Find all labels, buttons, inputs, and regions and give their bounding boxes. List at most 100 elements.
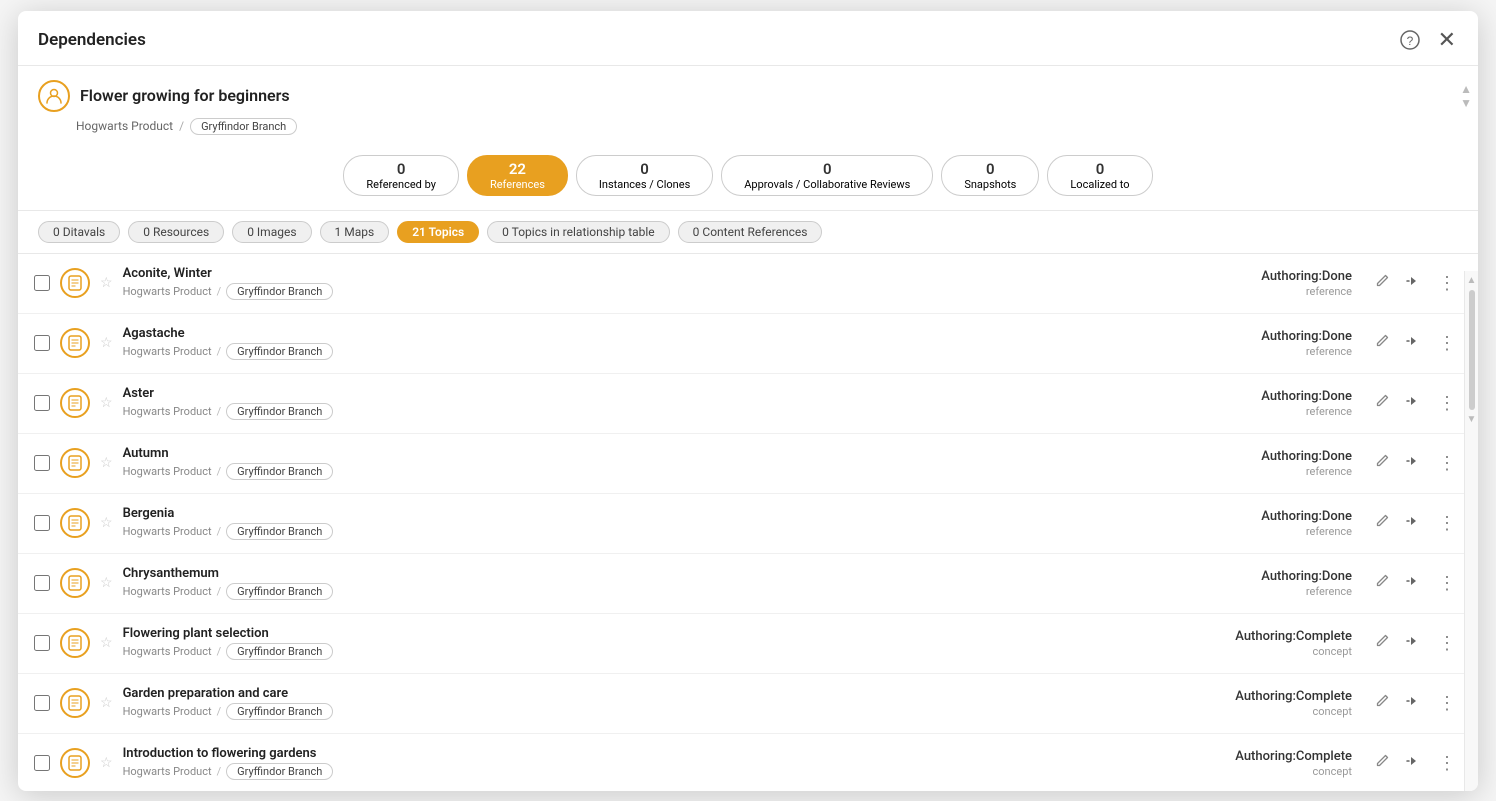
item-star-7[interactable]: ☆ xyxy=(100,695,113,711)
item-breadcrumb-3: Hogwarts Product / Gryffindor Branch xyxy=(123,463,1182,480)
scroll-down-arrow[interactable]: ▼ xyxy=(1460,97,1472,109)
item-checkbox-3[interactable] xyxy=(34,455,50,471)
item-edit-btn-2[interactable] xyxy=(1370,390,1395,416)
item-edit-btn-7[interactable] xyxy=(1370,690,1395,716)
filter-chip-1[interactable]: 0 Resources xyxy=(128,221,224,243)
item-star-1[interactable]: ☆ xyxy=(100,335,113,351)
tab-referenced-by[interactable]: 0Referenced by xyxy=(343,155,459,196)
tab-instances-clones[interactable]: 0Instances / Clones xyxy=(576,155,713,196)
item-doc-icon xyxy=(60,388,90,418)
item-reference-btn-8[interactable] xyxy=(1401,750,1427,777)
item-star-6[interactable]: ☆ xyxy=(100,635,113,651)
item-edit-btn-1[interactable] xyxy=(1370,330,1395,356)
item-edit-btn-4[interactable] xyxy=(1370,510,1395,536)
item-more-btn-5[interactable]: ⋮ xyxy=(1433,570,1462,597)
item-doc-icon xyxy=(60,568,90,598)
item-status-label-7: Authoring:Complete xyxy=(1192,689,1352,704)
item-star-8[interactable]: ☆ xyxy=(100,755,113,771)
table-row: ☆ Aster Hogwarts Product / Gryffindor Br… xyxy=(18,374,1478,434)
branch-badge: Gryffindor Branch xyxy=(190,118,297,135)
item-breadcrumb-8: Hogwarts Product / Gryffindor Branch xyxy=(123,763,1182,780)
item-star-3[interactable]: ☆ xyxy=(100,455,113,471)
item-status-type-7: concept xyxy=(1192,705,1352,718)
item-breadcrumb-1: Hogwarts Product / Gryffindor Branch xyxy=(123,343,1182,360)
item-reference-btn-7[interactable] xyxy=(1401,690,1427,717)
item-star-4[interactable]: ☆ xyxy=(100,515,113,531)
tab-references[interactable]: 22References xyxy=(467,155,568,196)
item-checkbox-2[interactable] xyxy=(34,395,50,411)
item-more-btn-0[interactable]: ⋮ xyxy=(1433,270,1462,297)
item-checkbox-5[interactable] xyxy=(34,575,50,591)
filter-chip-6[interactable]: 0 Content References xyxy=(678,221,823,243)
item-more-btn-6[interactable]: ⋮ xyxy=(1433,630,1462,657)
filter-chip-2[interactable]: 0 Images xyxy=(232,221,311,243)
tab-approvals-collaborative-reviews[interactable]: 0Approvals / Collaborative Reviews xyxy=(721,155,933,196)
filter-row: 0 Ditavals 0 Resources 0 Images 1 Maps 21 To… xyxy=(18,211,1478,254)
item-more-btn-7[interactable]: ⋮ xyxy=(1433,690,1462,717)
item-more-btn-4[interactable]: ⋮ xyxy=(1433,510,1462,537)
item-name-0: Aconite, Winter xyxy=(123,266,1182,281)
item-status-label-1: Authoring:Done xyxy=(1192,329,1352,344)
item-star-0[interactable]: ☆ xyxy=(100,275,113,291)
item-status-type-3: reference xyxy=(1192,465,1352,478)
item-reference-btn-0[interactable] xyxy=(1401,270,1427,297)
help-button[interactable]: ? xyxy=(1398,28,1422,52)
item-more-btn-1[interactable]: ⋮ xyxy=(1433,330,1462,357)
item-name-2: Aster xyxy=(123,386,1182,401)
item-breadcrumb-4: Hogwarts Product / Gryffindor Branch xyxy=(123,523,1182,540)
close-button[interactable]: ✕ xyxy=(1436,25,1458,55)
table-row: ☆ Flowering plant selection Hogwarts Pro… xyxy=(18,614,1478,674)
item-more-btn-2[interactable]: ⋮ xyxy=(1433,390,1462,417)
tab-snapshots[interactable]: 0Snapshots xyxy=(941,155,1039,196)
item-star-2[interactable]: ☆ xyxy=(100,395,113,411)
breadcrumb-root: Hogwarts Product xyxy=(76,119,173,133)
filter-chip-4[interactable]: 21 Topics xyxy=(397,221,479,243)
filter-chip-0[interactable]: 0 Ditavals xyxy=(38,221,120,243)
item-reference-btn-5[interactable] xyxy=(1401,570,1427,597)
item-status-label-5: Authoring:Done xyxy=(1192,569,1352,584)
item-breadcrumb-5: Hogwarts Product / Gryffindor Branch xyxy=(123,583,1182,600)
item-name-7: Garden preparation and care xyxy=(123,686,1182,701)
item-checkbox-7[interactable] xyxy=(34,695,50,711)
table-row: ☆ Garden preparation and care Hogwarts P… xyxy=(18,674,1478,734)
item-reference-btn-3[interactable] xyxy=(1401,450,1427,477)
modal-title: Dependencies xyxy=(38,30,146,50)
item-more-btn-3[interactable]: ⋮ xyxy=(1433,450,1462,477)
item-checkbox-0[interactable] xyxy=(34,275,50,291)
item-checkbox-8[interactable] xyxy=(34,755,50,771)
item-checkbox-6[interactable] xyxy=(34,635,50,651)
item-edit-btn-6[interactable] xyxy=(1370,630,1395,656)
topic-header: Flower growing for beginners xyxy=(18,66,1478,116)
item-status-label-2: Authoring:Done xyxy=(1192,389,1352,404)
tabs-row: 0Referenced by22References0Instances / C… xyxy=(18,145,1478,211)
item-status-type-6: concept xyxy=(1192,645,1352,658)
scroll-up-arrow[interactable]: ▲ xyxy=(1460,83,1472,95)
items-list: ☆ Aconite, Winter Hogwarts Product / Gry… xyxy=(18,254,1478,784)
item-doc-icon xyxy=(60,268,90,298)
item-reference-btn-2[interactable] xyxy=(1401,390,1427,417)
table-row: ☆ Introduction to flowering gardens Hogw… xyxy=(18,734,1478,784)
topic-title: Flower growing for beginners xyxy=(80,86,290,105)
topic-breadcrumb: Hogwarts Product / Gryffindor Branch xyxy=(18,116,1478,145)
tab-localized-to[interactable]: 0Localized to xyxy=(1047,155,1152,196)
item-more-btn-8[interactable]: ⋮ xyxy=(1433,750,1462,777)
item-reference-btn-4[interactable] xyxy=(1401,510,1427,537)
item-checkbox-4[interactable] xyxy=(34,515,50,531)
item-name-1: Agastache xyxy=(123,326,1182,341)
item-reference-btn-6[interactable] xyxy=(1401,630,1427,657)
item-edit-btn-3[interactable] xyxy=(1370,450,1395,476)
item-status-label-3: Authoring:Done xyxy=(1192,449,1352,464)
item-name-6: Flowering plant selection xyxy=(123,626,1182,641)
item-edit-btn-0[interactable] xyxy=(1370,270,1395,296)
item-edit-btn-5[interactable] xyxy=(1370,570,1395,596)
item-doc-icon xyxy=(60,688,90,718)
list-scroll-up[interactable]: ▲ xyxy=(1467,275,1477,286)
item-edit-btn-8[interactable] xyxy=(1370,750,1395,776)
item-reference-btn-1[interactable] xyxy=(1401,330,1427,357)
filter-chip-5[interactable]: 0 Topics in relationship table xyxy=(487,221,670,243)
filter-chip-3[interactable]: 1 Maps xyxy=(320,221,390,243)
item-star-5[interactable]: ☆ xyxy=(100,575,113,591)
item-doc-icon xyxy=(60,508,90,538)
list-scroll-down[interactable]: ▼ xyxy=(1467,414,1477,425)
item-checkbox-1[interactable] xyxy=(34,335,50,351)
